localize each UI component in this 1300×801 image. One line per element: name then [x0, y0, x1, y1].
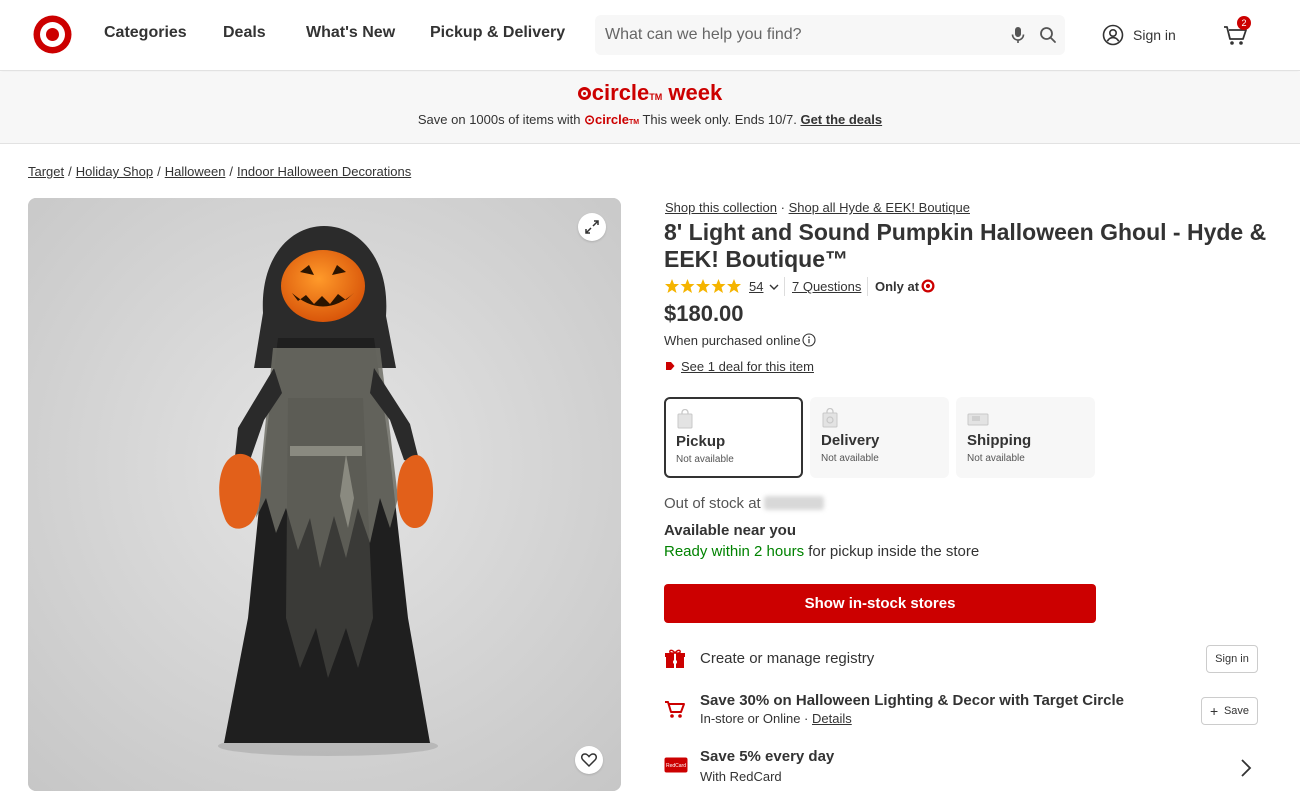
search-icon[interactable]: [1038, 25, 1058, 45]
nav-categories[interactable]: Categories: [104, 24, 187, 42]
divider: [784, 277, 785, 296]
plus-icon: +: [1210, 703, 1219, 719]
redcard-icon-label: RedCard: [666, 763, 686, 769]
promo-banner: circleTM week Save on 1000s of items wit…: [0, 72, 1300, 144]
ready-time: Ready within 2 hours: [664, 543, 805, 560]
nav-pickup-delivery[interactable]: Pickup & Delivery: [430, 24, 565, 42]
favorite-button[interactable]: [575, 746, 603, 774]
account-icon: [1102, 24, 1124, 46]
shop-brand-link[interactable]: Shop all Hyde & EEK! Boutique: [789, 200, 970, 215]
shop-collection-link[interactable]: Shop this collection: [665, 200, 777, 215]
questions-link[interactable]: 7 Questions: [792, 279, 861, 294]
see-deal-link[interactable]: See 1 deal for this item: [681, 359, 814, 374]
registry-text[interactable]: Create or manage registry: [700, 650, 874, 667]
circle-offer-title: Save 30% on Halloween Lighting & Decor w…: [700, 692, 1124, 709]
breadcrumb-indoor-decorations[interactable]: Indoor Halloween Decorations: [237, 164, 411, 179]
sign-in-label: Sign in: [1133, 27, 1176, 43]
save-offer-label: Save: [1223, 705, 1250, 717]
product-title: 8' Light and Sound Pumpkin Halloween Gho…: [664, 219, 1267, 272]
pumpkin-ghoul-illustration: [28, 198, 621, 791]
target-bullseye-icon: [921, 279, 935, 293]
chevron-right-icon[interactable]: [1238, 758, 1254, 778]
microphone-icon[interactable]: [1008, 25, 1028, 45]
promo-title: circleTM week: [0, 80, 1300, 106]
breadcrumb-separator: /: [68, 164, 72, 179]
gift-registry-icon: [665, 649, 685, 668]
deal-tag-icon: [666, 362, 675, 370]
site-header: Categories Deals What's New Pickup & Del…: [0, 0, 1300, 71]
nav-deals[interactable]: Deals: [223, 24, 266, 42]
fulfillment-status: Not available: [967, 453, 1025, 464]
circle-offer-subtitle: In-store or Online · Details: [700, 711, 852, 726]
divider: [867, 277, 868, 296]
rating-count-link[interactable]: 54: [749, 279, 763, 294]
fulfillment-delivery[interactable]: Delivery Not available: [810, 397, 949, 478]
ready-rest: for pickup inside the store: [804, 543, 980, 560]
get-deals-link[interactable]: Get the deals: [800, 112, 882, 127]
expand-image-button[interactable]: [578, 213, 606, 241]
registry-sign-in-button[interactable]: Sign in: [1206, 645, 1258, 673]
star-rating-icon[interactable]: [664, 278, 742, 294]
delivery-bag-icon: [822, 408, 838, 428]
breadcrumb-target[interactable]: Target: [28, 164, 64, 179]
expand-icon: [585, 220, 599, 234]
product-price: $180.00: [664, 301, 744, 326]
chevron-down-icon[interactable]: [768, 281, 780, 293]
cart-count-badge: 2: [1237, 16, 1251, 30]
show-in-stock-stores-button[interactable]: Show in-stock stores: [664, 584, 1096, 623]
fulfillment-shipping[interactable]: Shipping Not available: [956, 397, 1095, 478]
out-of-stock-text: Out of stock at: [664, 495, 761, 512]
promo-tm: TM: [649, 92, 663, 102]
fulfillment-status: Not available: [676, 454, 734, 465]
circle-offer-channels: In-store or Online ·: [700, 711, 812, 726]
promo-week: week: [662, 80, 723, 105]
save-offer-button[interactable]: + Save: [1201, 697, 1258, 725]
ready-for-pickup-text: Ready within 2 hours for pickup inside t…: [664, 543, 979, 560]
promo-sub-brand: ⊙circleTM: [584, 112, 640, 127]
promo-brand: circle: [591, 80, 650, 105]
circle-offer-details-link[interactable]: Details: [812, 711, 852, 726]
redcard-icon: RedCard: [664, 757, 688, 773]
breadcrumb-separator: /: [229, 164, 234, 179]
target-logo-icon[interactable]: [32, 14, 73, 55]
promo-sub-prefix: Save on 1000s of items with: [417, 112, 585, 127]
fulfillment-title: Delivery: [821, 432, 880, 449]
product-image[interactable]: [28, 198, 621, 791]
pickup-bag-icon: [677, 409, 693, 429]
breadcrumb: Target / Holiday Shop / Halloween / Indoor Hal…: [28, 164, 411, 179]
rating-row: 54 7 Questions Only at: [664, 277, 984, 297]
info-icon[interactable]: [802, 333, 816, 347]
store-name-redacted: [764, 496, 824, 510]
breadcrumb-separator: /: [157, 164, 161, 179]
fulfillment-title: Pickup: [676, 433, 726, 450]
only-at-label: Only at: [875, 279, 920, 294]
fulfillment-status: Not available: [821, 453, 879, 464]
purchase-note: When purchased online: [664, 333, 801, 348]
target-circle-icon: [577, 87, 591, 100]
promo-sub-suffix: This week only. Ends 10/7.: [639, 112, 801, 127]
offer-cart-icon: [665, 701, 685, 718]
breadcrumb-holiday-shop[interactable]: Holiday Shop: [76, 164, 153, 179]
promo-subtitle: Save on 1000s of items with ⊙circleTM Th…: [0, 112, 1300, 128]
redcard-title: Save 5% every day: [700, 748, 835, 765]
collection-links: Shop this collection · Shop all Hyde & E…: [665, 200, 970, 215]
search-bar: [595, 15, 1065, 55]
available-near-you: Available near you: [664, 522, 796, 539]
redcard-subtitle: With RedCard: [700, 769, 782, 784]
search-input[interactable]: [595, 15, 995, 55]
fulfillment-title: Shipping: [967, 432, 1032, 449]
fulfillment-pickup[interactable]: Pickup Not available: [664, 397, 803, 478]
nav-whats-new[interactable]: What's New: [306, 24, 395, 42]
heart-icon: [580, 753, 598, 768]
link-separator: ·: [777, 200, 789, 215]
breadcrumb-halloween[interactable]: Halloween: [165, 164, 226, 179]
shipping-box-icon: [967, 413, 989, 426]
